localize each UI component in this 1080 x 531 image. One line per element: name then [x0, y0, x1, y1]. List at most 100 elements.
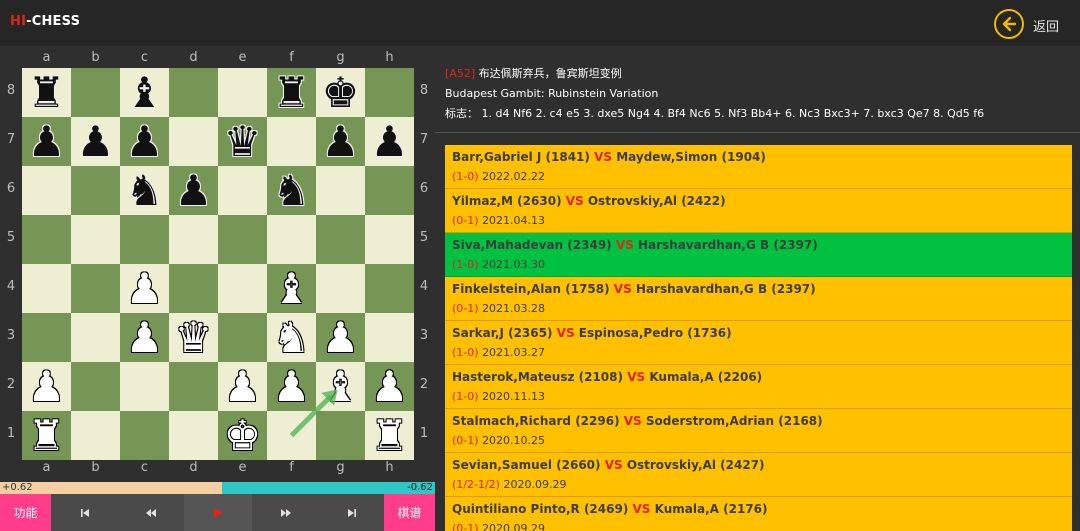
square-g1[interactable]	[316, 411, 365, 460]
square-d2[interactable]	[169, 362, 218, 411]
black-pawn-icon[interactable]: ♟	[28, 117, 66, 166]
square-h1[interactable]: ♜	[365, 411, 414, 460]
square-e1[interactable]: ♚	[218, 411, 267, 460]
first-move-button[interactable]	[51, 494, 118, 531]
square-b5[interactable]	[71, 215, 120, 264]
white-bishop-icon[interactable]: ♝	[273, 264, 311, 313]
white-pawn-icon[interactable]: ♟	[371, 362, 409, 411]
square-c1[interactable]	[120, 411, 169, 460]
square-g7[interactable]: ♟	[316, 117, 365, 166]
square-g4[interactable]	[316, 264, 365, 313]
white-pawn-icon[interactable]: ♟	[28, 362, 66, 411]
play-button[interactable]	[184, 494, 252, 531]
square-d8[interactable]	[169, 68, 218, 117]
square-g8[interactable]: ♚	[316, 68, 365, 117]
square-e6[interactable]	[218, 166, 267, 215]
square-e8[interactable]	[218, 68, 267, 117]
square-g6[interactable]	[316, 166, 365, 215]
square-a7[interactable]: ♟	[22, 117, 71, 166]
square-c4[interactable]: ♟	[120, 264, 169, 313]
square-b4[interactable]	[71, 264, 120, 313]
white-pawn-icon[interactable]: ♟	[322, 313, 360, 362]
square-d7[interactable]	[169, 117, 218, 166]
previous-move-button[interactable]	[118, 494, 184, 531]
game-library-button[interactable]: 棋谱	[384, 494, 435, 531]
game-row[interactable]: Finkelstein,Alan (1758) VS Harshavardhan…	[445, 277, 1072, 321]
square-a3[interactable]	[22, 313, 71, 362]
square-g3[interactable]: ♟	[316, 313, 365, 362]
square-e4[interactable]	[218, 264, 267, 313]
square-a1[interactable]: ♜	[22, 411, 71, 460]
square-h5[interactable]	[365, 215, 414, 264]
square-e7[interactable]: ♛	[218, 117, 267, 166]
black-pawn-icon[interactable]: ♟	[175, 166, 213, 215]
square-c2[interactable]	[120, 362, 169, 411]
game-row[interactable]: Yilmaz,M (2630) VS Ostrovskiy,Al (2422) (…	[445, 189, 1072, 233]
square-h4[interactable]	[365, 264, 414, 313]
square-c7[interactable]: ♟	[120, 117, 169, 166]
white-pawn-icon[interactable]: ♟	[126, 313, 164, 362]
square-a8[interactable]: ♜	[22, 68, 71, 117]
square-c8[interactable]: ♝	[120, 68, 169, 117]
square-f1[interactable]	[267, 411, 316, 460]
square-c6[interactable]: ♞	[120, 166, 169, 215]
square-b1[interactable]	[71, 411, 120, 460]
white-king-icon[interactable]: ♚	[224, 411, 262, 460]
square-e5[interactable]	[218, 215, 267, 264]
square-b7[interactable]: ♟	[71, 117, 120, 166]
square-b6[interactable]	[71, 166, 120, 215]
black-knight-icon[interactable]: ♞	[273, 166, 311, 215]
square-g5[interactable]	[316, 215, 365, 264]
game-row[interactable]: Stalmach,Richard (2296) VS Soderstrom,Ad…	[445, 409, 1072, 453]
square-b3[interactable]	[71, 313, 120, 362]
white-rook-icon[interactable]: ♜	[28, 411, 66, 460]
square-b8[interactable]	[71, 68, 120, 117]
black-rook-icon[interactable]: ♜	[273, 68, 311, 117]
square-f7[interactable]	[267, 117, 316, 166]
square-d4[interactable]	[169, 264, 218, 313]
square-a5[interactable]	[22, 215, 71, 264]
square-d3[interactable]: ♛	[169, 313, 218, 362]
square-f5[interactable]	[267, 215, 316, 264]
square-f6[interactable]: ♞	[267, 166, 316, 215]
black-queen-icon[interactable]: ♛	[224, 117, 262, 166]
black-pawn-icon[interactable]: ♟	[322, 117, 360, 166]
chess-board[interactable]: ♜ ♝ ♜ ♚ ♟ ♟ ♟ ♛ ♟ ♟ ♞ ♟ ♞ ♟ ♝ ♟ ♛ ♞ ♟ ♟ ♟ ♟ ♝ ♟ ♜ ♚ ♜	[22, 68, 414, 460]
square-a6[interactable]	[22, 166, 71, 215]
square-c5[interactable]	[120, 215, 169, 264]
square-c3[interactable]: ♟	[120, 313, 169, 362]
square-f8[interactable]: ♜	[267, 68, 316, 117]
white-knight-icon[interactable]: ♞	[273, 313, 311, 362]
black-knight-icon[interactable]: ♞	[126, 166, 164, 215]
white-bishop-icon[interactable]: ♝	[322, 362, 360, 411]
game-row[interactable]: Siva,Mahadevan (2349) VS Harshavardhan,G…	[445, 233, 1072, 277]
square-a4[interactable]	[22, 264, 71, 313]
square-b2[interactable]	[71, 362, 120, 411]
square-g2[interactable]: ♝	[316, 362, 365, 411]
black-pawn-icon[interactable]: ♟	[77, 117, 115, 166]
game-row[interactable]: Quintiliano Pinto,R (2469) VS Kumala,A (…	[445, 497, 1072, 531]
square-h6[interactable]	[365, 166, 414, 215]
game-row[interactable]: Sarkar,J (2365) VS Espinosa,Pedro (1736)…	[445, 321, 1072, 365]
black-pawn-icon[interactable]: ♟	[371, 117, 409, 166]
square-h3[interactable]	[365, 313, 414, 362]
white-rook-icon[interactable]: ♜	[371, 411, 409, 460]
game-row[interactable]: Hasterok,Mateusz (2108) VS Kumala,A (220…	[445, 365, 1072, 409]
square-f4[interactable]: ♝	[267, 264, 316, 313]
square-h8[interactable]	[365, 68, 414, 117]
white-pawn-icon[interactable]: ♟	[273, 362, 311, 411]
game-row[interactable]: Barr,Gabriel J (1841) VS Maydew,Simon (1…	[445, 145, 1072, 189]
game-row[interactable]: Sevian,Samuel (2660) VS Ostrovskiy,Al (2…	[445, 453, 1072, 497]
black-rook-icon[interactable]: ♜	[28, 68, 66, 117]
back-button[interactable]: 返回	[994, 9, 1074, 39]
square-e2[interactable]: ♟	[218, 362, 267, 411]
black-pawn-icon[interactable]: ♟	[126, 117, 164, 166]
next-move-button[interactable]	[252, 494, 319, 531]
white-pawn-icon[interactable]: ♟	[224, 362, 262, 411]
white-pawn-icon[interactable]: ♟	[126, 264, 164, 313]
square-f2[interactable]: ♟	[267, 362, 316, 411]
square-f3[interactable]: ♞	[267, 313, 316, 362]
square-d5[interactable]	[169, 215, 218, 264]
square-h2[interactable]: ♟	[365, 362, 414, 411]
square-d1[interactable]	[169, 411, 218, 460]
